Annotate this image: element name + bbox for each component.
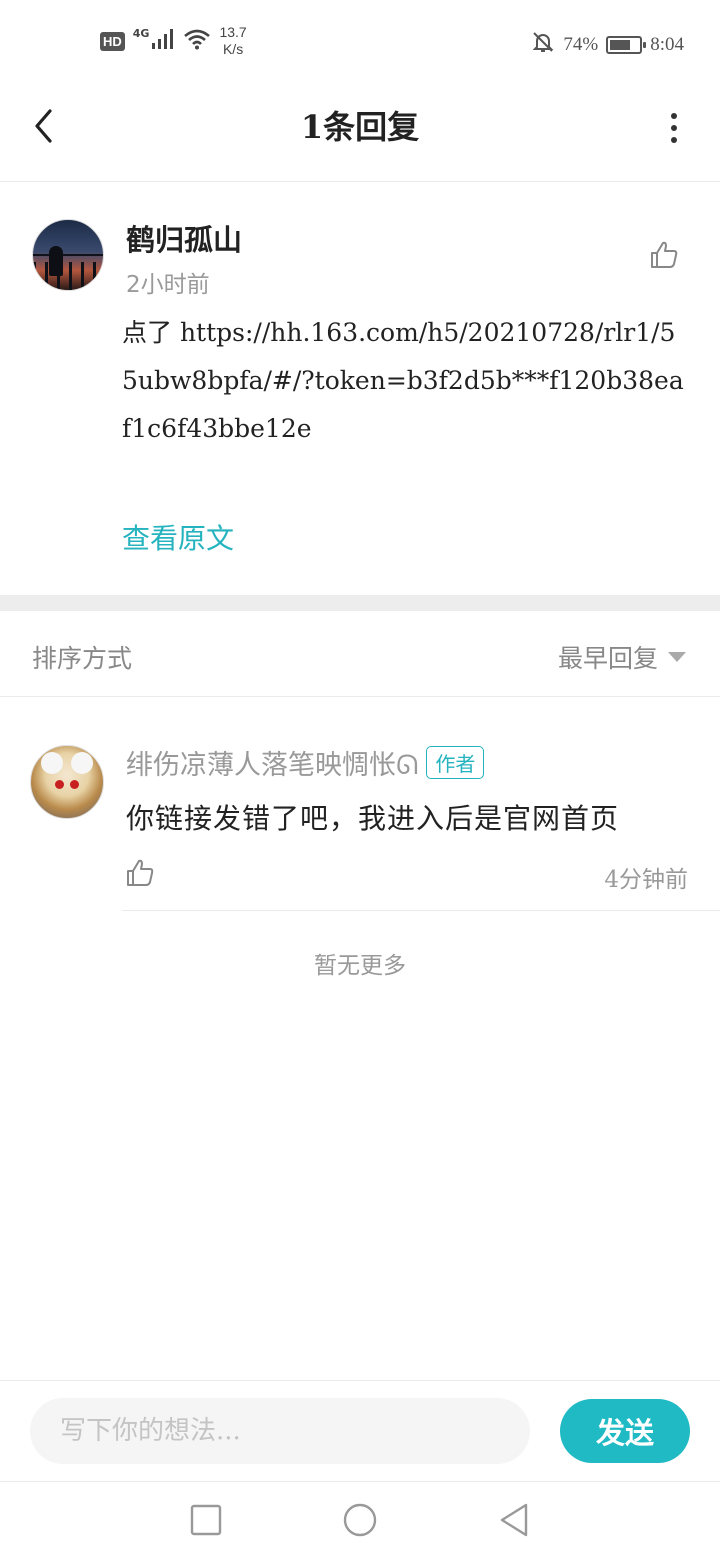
sort-bar: 排序方式 最早回复 [0, 611, 720, 697]
signal-icon [151, 28, 175, 54]
like-button[interactable] [648, 239, 680, 271]
avatar[interactable] [32, 219, 104, 291]
hd-badge: HD [100, 31, 125, 51]
sort-value: 最早回复 [557, 644, 658, 673]
comment-text: 点了 https://hh.163.com/h5/20210728/rlr1/5… [122, 318, 684, 443]
reply-time: 4分钟前 [604, 867, 688, 893]
more-options-button[interactable] [664, 108, 684, 148]
thumbs-up-icon [127, 859, 154, 886]
back-nav-button[interactable] [494, 1500, 534, 1540]
avatar-ear [41, 752, 63, 774]
circle-icon [343, 1503, 377, 1537]
mute-bell-icon [531, 30, 555, 60]
speed-unit: K/s [222, 41, 244, 57]
more-dot-icon [671, 125, 677, 131]
more-dot-icon [671, 113, 677, 119]
more-dot-icon [671, 137, 677, 143]
avatar[interactable] [30, 745, 104, 819]
status-right: 74% 8:04 [531, 30, 684, 60]
view-original-link[interactable]: 查看原文 [122, 517, 234, 557]
avatar-figure [49, 246, 63, 276]
speed-value: 13.7 [219, 24, 247, 40]
author-badge: 作者 [426, 746, 485, 779]
sort-dropdown[interactable]: 最早回复 [558, 639, 686, 675]
status-left: HD 4G 13.7 K/s [100, 24, 247, 58]
caret-down-icon [668, 652, 686, 662]
reply-like-button[interactable] [124, 857, 156, 889]
avatar-ear [71, 752, 93, 774]
comment-input-bar: 发送 [0, 1380, 720, 1482]
avatar-eye [55, 780, 64, 789]
home-button[interactable] [340, 1500, 380, 1540]
thumbs-up-icon [651, 241, 678, 268]
original-comment: 鹤归孤山 2小时前 点了 https://hh.163.com/h5/20210… [0, 183, 720, 595]
title-bar: 1条回复 [0, 84, 720, 182]
no-more-text: 暂无更多 [314, 953, 406, 979]
avatar-rail [33, 254, 103, 256]
square-icon [190, 1504, 222, 1536]
avatar-eye [70, 780, 79, 789]
send-button[interactable]: 发送 [560, 1399, 690, 1463]
network-type: 4G [132, 26, 150, 40]
reply-divider [122, 910, 720, 911]
page-title: 1条回复 [300, 108, 420, 146]
clock: 8:04 [650, 34, 684, 55]
system-nav-bar [0, 1482, 720, 1560]
reply-author[interactable]: 绯伤凉薄人落笔映惆怅ᘏ [126, 743, 418, 782]
triangle-back-icon [500, 1503, 528, 1537]
status-bar: HD 4G 13.7 K/s 74% 8:04 [0, 0, 720, 84]
comment-input[interactable] [30, 1398, 530, 1464]
section-divider [0, 595, 720, 611]
battery-fill [610, 40, 630, 50]
battery-icon [606, 36, 647, 54]
wifi-icon [183, 28, 211, 54]
reply-header: 绯伤凉薄人落笔映惆怅ᘏ 作者 [126, 743, 485, 782]
battery-percent: 74% [563, 34, 599, 55]
recent-apps-button[interactable] [186, 1500, 226, 1540]
sort-label: 排序方式 [32, 644, 133, 673]
comment-author[interactable]: 鹤归孤山 [126, 217, 242, 259]
reply-text: 你链接发错了吧，我进入后是官网首页 [126, 802, 620, 835]
comment-time: 2小时前 [126, 272, 210, 298]
avatar-bars [33, 262, 103, 290]
network-speed: 13.7 K/s [219, 24, 246, 58]
reply-item: 绯伤凉薄人落笔映惆怅ᘏ 作者 你链接发错了吧，我进入后是官网首页 4分钟前 [0, 697, 720, 911]
